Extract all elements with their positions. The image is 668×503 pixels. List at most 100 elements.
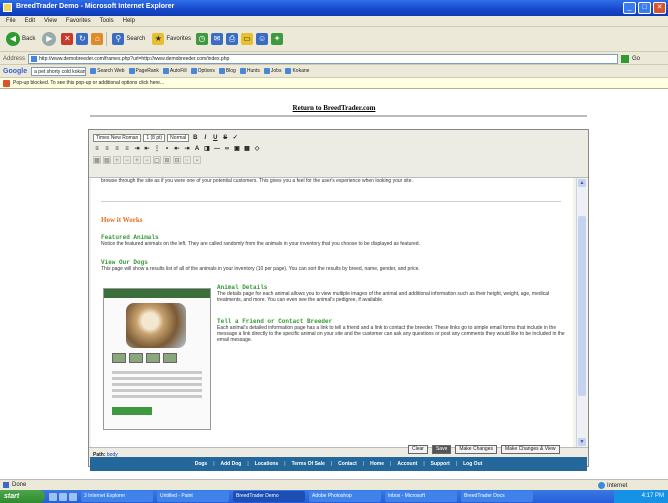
minimize-button[interactable]: _ <box>623 2 636 14</box>
globe-icon <box>598 482 605 489</box>
maximize-button[interactable]: □ <box>638 2 651 14</box>
google-logo[interactable]: Google <box>3 68 27 75</box>
outlook-icon[interactable] <box>69 492 77 501</box>
folder-icon[interactable]: ▭ <box>241 33 254 45</box>
task-photoshop[interactable]: Adobe Photoshop <box>309 491 381 502</box>
scroll-thumb[interactable] <box>578 216 586 396</box>
font-select[interactable]: Times New Roman <box>93 134 142 142</box>
scroll-up-icon[interactable]: ▲ <box>578 179 586 187</box>
insert-col-icon: + <box>133 156 141 164</box>
size-select[interactable]: 1 (8 pt) <box>143 134 166 142</box>
menu-edit[interactable]: Edit <box>25 18 35 24</box>
google-kokane[interactable]: Kokane <box>285 68 309 74</box>
horizontal-rule-icon[interactable]: — <box>213 145 221 153</box>
menu-tools[interactable]: Tools <box>100 18 114 24</box>
task-ie[interactable]: 3 Internet Explorer <box>81 491 153 502</box>
print-icon[interactable]: ⎙ <box>226 33 239 45</box>
taskbar: start 3 Internet Explorer Untitled - Pai… <box>0 490 668 503</box>
link-icon[interactable]: ∞ <box>223 145 231 153</box>
unordered-list-icon[interactable]: • <box>163 145 171 153</box>
nav-logout[interactable]: Log Out <box>463 461 482 467</box>
desktop-icon[interactable] <box>49 492 57 501</box>
cell-props-icon: ▢ <box>153 156 161 164</box>
italic-icon[interactable]: I <box>201 134 209 142</box>
google-pagerank[interactable]: PageRank <box>128 68 159 74</box>
font-color-icon[interactable]: A <box>193 145 201 153</box>
back-button[interactable]: ◀ Back <box>4 32 37 46</box>
jobs-icon <box>263 68 270 74</box>
google-search-input[interactable]: a pet shorty cold kokane <box>31 66 87 76</box>
search-button[interactable]: ⚲ Search <box>110 32 147 46</box>
underline-icon[interactable]: U <box>211 134 219 142</box>
clear-button[interactable]: Clear <box>408 445 428 454</box>
google-autofill[interactable]: AutoFill <box>162 68 187 74</box>
highlight-icon[interactable]: ◨ <box>203 145 211 153</box>
ie-quicklaunch-icon[interactable] <box>59 492 67 501</box>
google-hunts[interactable]: Hunts <box>239 68 260 74</box>
make-changes-view-button[interactable]: Make Changes & View <box>501 445 560 454</box>
menu-favorites[interactable]: Favorites <box>66 18 91 24</box>
nav-dogs[interactable]: Dogs <box>195 461 208 467</box>
justify-icon[interactable]: ≡ <box>123 145 131 153</box>
home-icon[interactable]: ⌂ <box>91 33 104 45</box>
address-label: Address <box>3 55 26 62</box>
rtl-icon[interactable]: ⇤ <box>143 145 151 153</box>
strikethrough-icon[interactable]: S <box>221 134 229 142</box>
address-input[interactable]: http://www.demobreeder.com/frames.php?ur… <box>28 53 619 64</box>
menu-view[interactable]: View <box>44 18 57 24</box>
nav-account[interactable]: Account <box>397 461 417 467</box>
window-title-bar[interactable]: BreedTrader Demo - Microsoft Internet Ex… <box>0 0 668 16</box>
nav-contact[interactable]: Contact <box>338 461 357 467</box>
bold-icon[interactable]: B <box>191 134 199 142</box>
indent-icon[interactable]: ⇥ <box>183 145 191 153</box>
editor-body[interactable]: browse through the site as if you were o… <box>91 178 573 447</box>
align-center-icon[interactable]: ≡ <box>103 145 111 153</box>
task-paint[interactable]: Untitled - Paint <box>157 491 229 502</box>
return-link[interactable]: Return to BreedTrader.com <box>0 104 668 112</box>
go-button[interactable]: Go <box>632 56 640 62</box>
menu-help[interactable]: Help <box>123 18 135 24</box>
google-jobs[interactable]: Jobs <box>263 68 281 74</box>
google-blog[interactable]: Blog <box>218 68 236 74</box>
make-changes-button[interactable]: Make Changes <box>455 445 497 454</box>
align-right-icon[interactable]: ≡ <box>113 145 121 153</box>
nav-locations[interactable]: Locations <box>255 461 279 467</box>
ordered-list-icon[interactable]: ⋮ <box>153 145 161 153</box>
history-icon[interactable]: ◷ <box>196 33 209 45</box>
refresh-icon[interactable]: ↻ <box>76 33 89 45</box>
stop-icon[interactable]: ✕ <box>61 33 74 45</box>
task-inbox[interactable]: Inbox - Microsoft <box>385 491 457 502</box>
nav-terms[interactable]: Terms Of Sale <box>292 461 325 467</box>
ltr-icon[interactable]: ⇥ <box>133 145 141 153</box>
nav-home[interactable]: Home <box>370 461 384 467</box>
align-left-icon[interactable]: ≡ <box>93 145 101 153</box>
close-button[interactable]: ✕ <box>653 2 666 14</box>
mail-icon[interactable]: ✉ <box>211 33 224 45</box>
forward-button[interactable]: ▶ <box>40 32 58 46</box>
go-arrow-icon[interactable] <box>621 54 630 63</box>
outdent-icon[interactable]: ⇤ <box>173 145 181 153</box>
dog-photo <box>126 303 186 348</box>
toggle-html-icon[interactable]: ◇ <box>253 145 261 153</box>
image-icon[interactable]: ▣ <box>233 145 241 153</box>
research-icon[interactable]: ✦ <box>271 33 284 45</box>
google-options[interactable]: Options <box>190 68 215 74</box>
start-button[interactable]: start <box>0 490 45 503</box>
nav-support[interactable]: Support <box>431 461 450 467</box>
menu-file[interactable]: File <box>6 18 16 24</box>
style-select[interactable]: Normal <box>167 134 190 142</box>
google-search-button[interactable]: Search Web <box>90 68 125 74</box>
system-tray-clock[interactable]: 4:17 PM <box>614 490 668 503</box>
nav-add-dog[interactable]: Add Dog <box>221 461 242 467</box>
editor-scrollbar[interactable]: ▲ ▼ <box>576 178 586 447</box>
table-icon[interactable]: ▦ <box>243 145 251 153</box>
task-breedtrader-docs[interactable]: BreedTrader Docs <box>461 491 533 502</box>
task-breedtrader-demo[interactable]: BreedTrader Demo <box>233 491 305 502</box>
editor-toolbar: Times New Roman 1 (8 pt) Normal B I U S … <box>89 130 588 178</box>
save-button[interactable]: Save <box>431 445 452 454</box>
favorites-button[interactable]: ★ Favorites <box>150 32 193 46</box>
popup-blocked-infobar[interactable]: Pop-up blocked. To see this pop-up or ad… <box>0 78 668 89</box>
spellcheck-icon[interactable]: ✓ <box>231 134 239 142</box>
scroll-down-icon[interactable]: ▼ <box>578 438 586 446</box>
messenger-icon[interactable]: ☺ <box>256 33 269 45</box>
